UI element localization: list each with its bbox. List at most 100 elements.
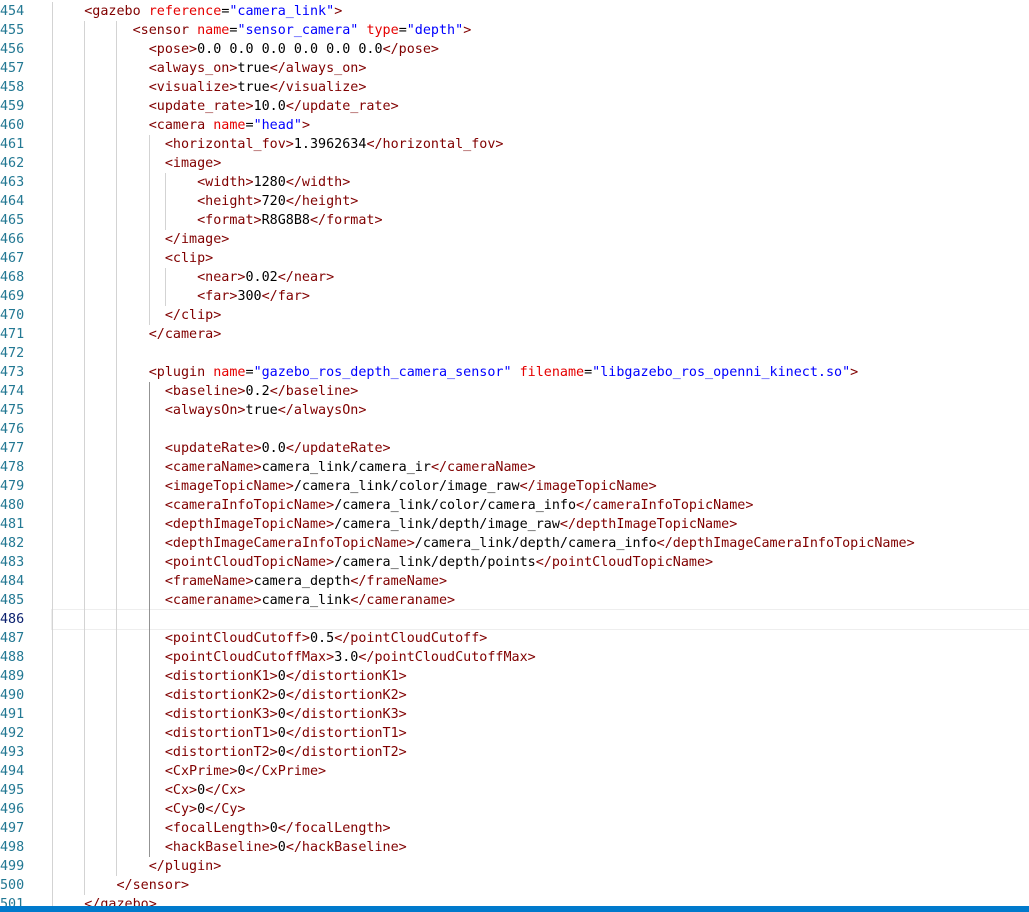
xml-tag: > [463, 23, 472, 38]
xml-tag: </visualize> [269, 80, 367, 95]
line-number: 487 [0, 631, 25, 646]
code-line[interactable]: <pointCloudCutoff>0.5</pointCloudCutoff> [52, 629, 1029, 648]
line-number: 480 [0, 498, 25, 513]
line-number: 455 [0, 23, 25, 38]
xml-tag: <plugin [148, 365, 214, 380]
code-line[interactable]: <pose>0.0 0.0 0.0 0.0 0.0 0.0</pose> [52, 40, 1029, 59]
xml-tag: </depthImageTopicName> [559, 517, 738, 532]
xml-tag: </pointCloudTopicName> [535, 555, 714, 570]
xml-text: 300 [237, 289, 262, 304]
code-line[interactable]: <focalLength>0</focalLength> [52, 819, 1029, 838]
code-line[interactable]: <depthImageCameraInfoTopicName>/camera_l… [52, 534, 1029, 553]
xml-tag: <distortionT1> [164, 726, 278, 741]
code-line[interactable]: <clip> [52, 249, 1029, 268]
xml-text: 0 [277, 688, 286, 703]
code-line[interactable]: <width>1280</width> [52, 173, 1029, 192]
code-line[interactable]: <plugin name="gazebo_ros_depth_camera_se… [52, 363, 1029, 382]
xml-text: 0 [237, 764, 246, 779]
code-line[interactable]: </camera> [52, 325, 1029, 344]
line-number: 494 [0, 764, 25, 779]
xml-tag: </focalLength> [277, 821, 391, 836]
code-line[interactable]: <camera name="head"> [52, 116, 1029, 135]
code-line[interactable]: <Cy>0</Cy> [52, 800, 1029, 819]
code-line[interactable]: <distortionT2>0</distortionT2> [52, 743, 1029, 762]
line-number: 465 [0, 213, 25, 228]
code-line[interactable]: <sensor name="sensor_camera" type="depth… [52, 21, 1029, 40]
code-line[interactable]: <horizontal_fov>1.3962634</horizontal_fo… [52, 135, 1029, 154]
code-line[interactable]: </plugin> [52, 857, 1029, 876]
xml-tag: </pointCloudCutoff> [334, 631, 488, 646]
xml-tag: <image> [164, 156, 222, 171]
code-line[interactable]: <baseline>0.2</baseline> [52, 382, 1029, 401]
code-line[interactable]: <frameName>camera_depth</frameName> [52, 572, 1029, 591]
code-line[interactable]: <updateRate>0.0</updateRate> [52, 439, 1029, 458]
code-line[interactable]: <image> [52, 154, 1029, 173]
code-line[interactable]: <always_on>true</always_on> [52, 59, 1029, 78]
code-line[interactable] [52, 420, 1029, 439]
line-number: 496 [0, 802, 25, 817]
xml-text: camera_depth [253, 574, 351, 589]
xml-tag: </distortionK1> [285, 669, 407, 684]
code-line[interactable]: <cameraInfoTopicName>/camera_link/color/… [52, 496, 1029, 515]
code-line[interactable]: <distortionK2>0</distortionK2> [52, 686, 1029, 705]
line-number: 467 [0, 251, 25, 266]
code-line[interactable]: <CxPrime>0</CxPrime> [52, 762, 1029, 781]
indent-guide [164, 268, 166, 306]
xml-tag: </imageTopicName> [519, 479, 657, 494]
code-line[interactable]: <pointCloudTopicName>/camera_link/depth/… [52, 553, 1029, 572]
xml-text: 0 [269, 821, 278, 836]
code-line[interactable]: <distortionK1>0</distortionK1> [52, 667, 1029, 686]
xml-text: R8G8B8 [261, 213, 310, 228]
code-line[interactable]: <alwaysOn>true</alwaysOn> [52, 401, 1029, 420]
code-line[interactable]: <distortionT1>0</distortionT1> [52, 724, 1029, 743]
code-line[interactable]: </image> [52, 230, 1029, 249]
code-area[interactable]: <gazebo reference="camera_link"> <sensor… [51, 0, 1029, 906]
xml-string: "sensor_camera" [237, 23, 359, 38]
xml-attribute: name [213, 118, 246, 133]
line-number: 490 [0, 688, 25, 703]
xml-tag: </plugin> [148, 859, 222, 874]
code-line[interactable]: <Cx>0</Cx> [52, 781, 1029, 800]
xml-text: true [237, 80, 270, 95]
code-line[interactable]: <imageTopicName>/camera_link/color/image… [52, 477, 1029, 496]
code-line[interactable]: <gazebo reference="camera_link"> [52, 2, 1029, 21]
xml-tag: <imageTopicName> [164, 479, 294, 494]
xml-tag: </format> [310, 213, 383, 228]
xml-tag: <cameraInfoTopicName> [164, 498, 335, 513]
code-line[interactable]: <format>R8G8B8</format> [52, 211, 1029, 230]
xml-attribute: name [197, 23, 230, 38]
line-number: 459 [0, 99, 25, 114]
line-number: 493 [0, 745, 25, 760]
xml-tag: <pose> [148, 42, 198, 57]
code-line[interactable]: <cameraname>camera_link</cameraname> [52, 591, 1029, 610]
xml-tag: <update_rate> [148, 99, 254, 114]
xml-text: true [245, 403, 278, 418]
code-line[interactable]: <near>0.02</near> [52, 268, 1029, 287]
code-line[interactable] [52, 344, 1029, 363]
code-line[interactable]: </gazebo> [52, 895, 1029, 906]
xml-text: 0 [197, 783, 206, 798]
xml-text: /camera_link/depth/camera_info [414, 536, 657, 551]
code-line[interactable]: <far>300</far> [52, 287, 1029, 306]
code-line[interactable]: <visualize>true</visualize> [52, 78, 1029, 97]
code-editor[interactable]: 454 455 456 457 458 459 460 461 462 463 464 465 466 4… [0, 0, 1029, 906]
code-line[interactable]: <depthImageTopicName>/camera_link/depth/… [52, 515, 1029, 534]
xml-tag: <frameName> [164, 574, 254, 589]
code-line[interactable]: <update_rate>10.0</update_rate> [52, 97, 1029, 116]
xml-text [512, 365, 520, 380]
xml-tag: </sensor> [116, 878, 190, 893]
current-line[interactable] [51, 609, 1029, 630]
indent-guide [148, 135, 150, 325]
code-line[interactable]: <height>720</height> [52, 192, 1029, 211]
code-line[interactable]: </clip> [52, 306, 1029, 325]
code-line[interactable]: <pointCloudCutoffMax>3.0</pointCloudCuto… [52, 648, 1029, 667]
line-number: 475 [0, 403, 25, 418]
code-line[interactable]: <cameraName>camera_link/camera_ir</camer… [52, 458, 1029, 477]
code-line[interactable]: <hackBaseline>0</hackBaseline> [52, 838, 1029, 857]
xml-tag: </pointCloudCutoffMax> [358, 650, 536, 665]
xml-tag: </CxPrime> [245, 764, 327, 779]
xml-tag: <depthImageCameraInfoTopicName> [164, 536, 415, 551]
xml-tag: </far> [261, 289, 310, 304]
code-line[interactable]: </sensor> [52, 876, 1029, 895]
code-line[interactable]: <distortionK3>0</distortionK3> [52, 705, 1029, 724]
